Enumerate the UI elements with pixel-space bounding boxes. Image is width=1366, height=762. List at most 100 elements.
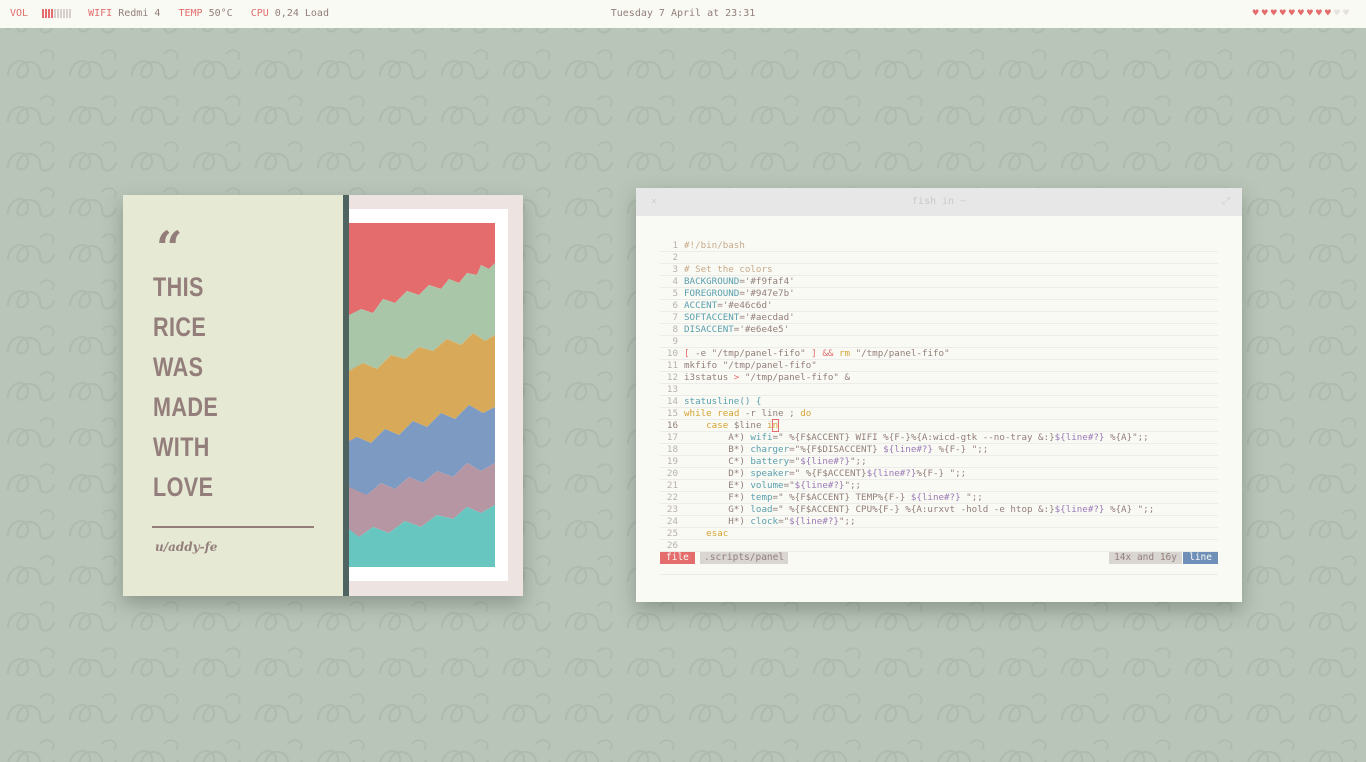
code-text: while read -r line ; do [684,408,812,419]
close-icon[interactable]: ✕ [651,188,657,216]
code-text: statusline() { [684,396,762,407]
code-line[interactable]: 26 [660,540,1218,552]
line-number: 1 [672,240,678,251]
code-line[interactable]: 21 E*) volume="${line#?}";; [660,480,1218,492]
heart-icon: ♥ [1261,8,1271,19]
code-line[interactable]: 19 C*) battery="${line#?}";; [660,456,1218,468]
line-number: 12 [666,372,678,383]
code-line[interactable]: 25 esac [660,528,1218,540]
command-line[interactable] [660,574,1218,575]
line-number: 25 [666,528,678,539]
code-text: C*) battery="${line#?}";; [684,456,867,467]
line-number: 10 [666,348,678,359]
line-number: 6 [672,300,678,311]
status-mode: line [1183,552,1218,564]
code-line[interactable]: 20 D*) speaker=" %{F$ACCENT}${line#?}%{F… [660,468,1218,480]
code-text: BACKGROUND='#f9faf4' [684,276,795,287]
heart-icon: ♥ [1288,8,1298,19]
quote-word: THIS [153,272,204,302]
code-text: A*) wifi=" %{F$ACCENT} WIFI %{F-}%{A:wic… [684,432,1149,443]
quote-word: RICE [153,312,207,342]
code-line[interactable]: 1 #!/bin/bash [660,240,1218,252]
code-text: B*) charger="%{F$DISACCENT} ${line#?} %{… [684,444,989,455]
code-line[interactable]: 10 [ -e "/tmp/panel-fifo" ] && rm "/tmp/p… [660,348,1218,360]
maximize-icon[interactable]: ⤢ [1222,188,1230,216]
quote-word: WITH [153,432,210,462]
code-line[interactable]: 15 while read -r line ; do [660,408,1218,420]
code-text: case $line in [706,419,780,432]
code-line[interactable]: 6 ACCENT='#e46c6d' [660,300,1218,312]
code-line[interactable]: 11 mkfifo "/tmp/panel-fifo" [660,360,1218,372]
heart-icon: ♥ [1324,8,1334,19]
terminal-window[interactable]: ✕ fish in ~ ⤢ 1 #!/bin/bash 2 3 # Set the co… [636,188,1242,602]
quote-word: WAS [153,352,204,382]
code-line[interactable]: 8 DISACCENT='#e6e4e5' [660,324,1218,336]
terminal-title: fish in ~ [911,196,967,207]
code-line[interactable]: 12 i3status > "/tmp/panel-fifo" & [660,372,1218,384]
code-text: G*) load=" %{F$ACCENT} CPU%{F-} %{A:urxv… [684,504,1155,515]
signature-rule [152,526,314,528]
code-line[interactable]: 13 [660,384,1218,396]
quote-word: LOVE [153,472,214,502]
heart-icon: ♥ [1279,8,1289,19]
line-number: 24 [666,516,678,527]
line-number: 14 [666,396,678,407]
code-text: #!/bin/bash [684,240,745,251]
heart-icon: ♥ [1270,8,1280,19]
code-text: [ -e "/tmp/panel-fifo" ] && rm "/tmp/pan… [684,348,950,359]
line-number: 17 [666,432,678,443]
line-number: 2 [672,252,678,263]
code-line[interactable]: 16 case $line in [660,419,1218,432]
editor-buffer[interactable]: 1 #!/bin/bash 2 3 # Set the colors 4 BACKGROUN… [660,240,1218,552]
heart-icon: ♥ [1252,8,1262,19]
line-number: 5 [672,288,678,299]
editor-statusline: file .scripts/panel 14x and 16y line [660,552,1218,564]
quote-card: “ THIS RICE WAS MADE WITH LOVE u/addy-fe [123,195,523,596]
code-line[interactable]: 24 H*) clock="${line#?}";; [660,516,1218,528]
code-text: ACCENT='#e46c6d' [684,300,773,311]
line-number: 16 [666,420,678,431]
code-line[interactable]: 14 statusline() { [660,396,1218,408]
code-line[interactable]: 17 A*) wifi=" %{F$ACCENT} WIFI %{F-}%{A:… [660,432,1218,444]
code-text: i3status > "/tmp/panel-fifo" & [684,372,850,383]
heart-icon: ♥ [1315,8,1325,19]
code-line[interactable]: 5 FOREGROUND='#947e7b' [660,288,1218,300]
status-file-label: file [660,552,695,564]
battery-hearts: ♥♥♥♥♥♥♥♥♥♥♥ [1253,0,1352,28]
code-text: D*) speaker=" %{F$ACCENT}${line#?}%{F-} … [684,468,967,479]
code-line[interactable]: 3 # Set the colors [660,264,1218,276]
paint-stripes-art [349,223,495,567]
status-cursor-position: 14x and 16y [1109,552,1182,564]
heart-icon: ♥ [1297,8,1307,19]
code-text: H*) clock="${line#?}";; [684,516,856,527]
code-line[interactable]: 9 [660,336,1218,348]
code-line[interactable]: 23 G*) load=" %{F$ACCENT} CPU%{F-} %{A:u… [660,504,1218,516]
code-text: FOREGROUND='#947e7b' [684,288,795,299]
line-number: 13 [666,384,678,395]
code-text: # Set the colors [684,264,773,275]
code-text: esac [706,528,729,539]
quote-mark-icon: “ [156,221,183,275]
code-line[interactable]: 2 [660,252,1218,264]
code-line[interactable]: 4 BACKGROUND='#f9faf4' [660,276,1218,288]
code-text: F*) temp=" %{F$ACCENT} TEMP%{F-} ${line#… [684,492,983,503]
status-file-path: .scripts/panel [700,552,789,564]
code-line[interactable]: 7 SOFTACCENT='#aecdad' [660,312,1218,324]
heart-icon: ♥ [1342,8,1352,19]
terminal-titlebar[interactable]: ✕ fish in ~ ⤢ [636,188,1242,216]
line-number: 3 [672,264,678,275]
line-number: 4 [672,276,678,287]
code-line[interactable]: 22 F*) temp=" %{F$ACCENT} TEMP%{F-} ${li… [660,492,1218,504]
line-number: 9 [672,336,678,347]
line-number: 8 [672,324,678,335]
code-text: SOFTACCENT='#aecdad' [684,312,795,323]
signature: u/addy-fe [155,540,218,554]
line-number: 20 [666,468,678,479]
code-line[interactable]: 18 B*) charger="%{F$DISACCENT} ${line#?}… [660,444,1218,456]
card-divider [343,195,349,596]
code-text: DISACCENT='#e6e4e5' [684,324,790,335]
line-number: 21 [666,480,678,491]
line-number: 23 [666,504,678,515]
quote-word: MADE [153,392,219,422]
heart-icon: ♥ [1306,8,1316,19]
